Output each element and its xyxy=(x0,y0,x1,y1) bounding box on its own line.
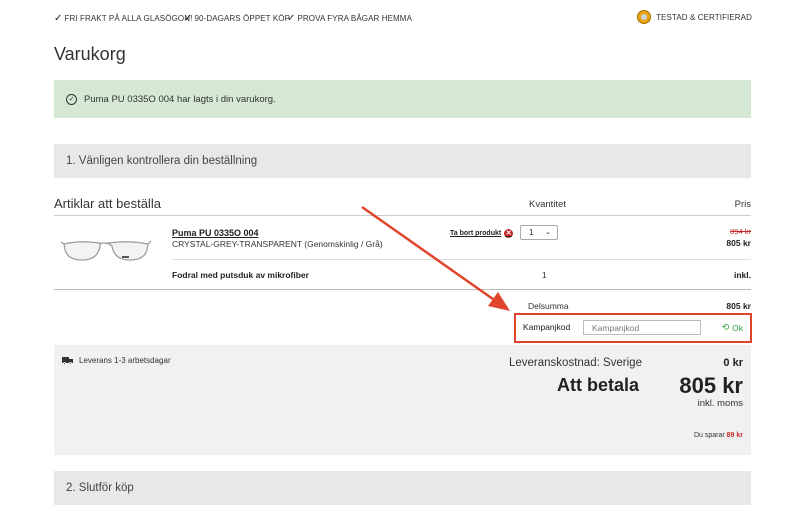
page-title: Varukorg xyxy=(54,44,126,64)
check-circle-icon: ✓ xyxy=(66,93,77,105)
accessory-quantity: 1 xyxy=(542,270,547,280)
step-complete-purchase[interactable]: 2. Slutför köp xyxy=(54,471,751,505)
delivery-label: Leverans 1-3 arbetsdagar xyxy=(79,356,171,365)
usp-label: FRI FRAKT PÅ ALLA GLASÖGON! xyxy=(64,14,193,23)
promo-code-highlight: Kampanjkod ⟲ Ok xyxy=(514,313,752,343)
quantity-select[interactable]: 1 ⌄ xyxy=(520,225,558,240)
checkmark-icon: ✓ xyxy=(54,13,63,24)
product-image-glasses[interactable] xyxy=(60,232,152,266)
delivery-info: Leverans 1-3 arbetsdagar xyxy=(62,356,171,365)
remove-product-label[interactable]: Ta bort produkt xyxy=(450,230,501,237)
quantity-heading: Kvantitet xyxy=(529,199,566,210)
usp-bar: ✓ FRI FRAKT PÅ ALLA GLASÖGON! ✓ 90-DAGAR… xyxy=(54,10,752,26)
usp-item-try-frames: ✓ PROVA FYRA BÅGAR HEMMA xyxy=(287,13,412,24)
refresh-icon: ⟲ xyxy=(721,322,730,332)
usp-label: 90-DAGARS ÖPPET KÖP xyxy=(194,14,291,23)
shipping-cost-value: 0 kr xyxy=(723,357,743,369)
shipping-cost-label: Leveranskostnad: Sverige xyxy=(509,357,642,369)
quantity-value: 1 xyxy=(529,228,534,237)
usp-item-free-shipping: ✓ FRI FRAKT PÅ ALLA GLASÖGON! xyxy=(54,13,192,24)
subtotal-value: 805 kr xyxy=(726,301,751,311)
subtotal-label: Delsumma xyxy=(528,301,569,311)
product-variant: CRYSTAL-GREY-TRANSPARENT (Genomskinlig /… xyxy=(172,239,383,249)
remove-product-link[interactable]: Ta bort produkt ✕ xyxy=(450,229,514,238)
chevron-down-icon: ⌄ xyxy=(545,229,551,236)
truck-icon xyxy=(62,356,74,365)
alert-message: Puma PU 0335O 004 har lagts i din varuko… xyxy=(84,93,276,105)
product-name-link[interactable]: Puma PU 0335O 004 xyxy=(172,228,259,238)
price-heading: Pris xyxy=(734,199,751,210)
savings-prefix: Du sparar xyxy=(693,432,725,439)
row-divider xyxy=(172,259,751,260)
checkmark-icon: ✓ xyxy=(184,13,193,24)
checkmark-icon: ✓ xyxy=(287,13,296,24)
remove-circle-icon[interactable]: ✕ xyxy=(504,229,514,238)
original-price: 894 kr xyxy=(730,227,751,236)
savings-note: Du sparar 89 kr xyxy=(694,432,743,439)
certified-badge[interactable]: TESTAD & CERTIFIERAD xyxy=(637,10,752,24)
cart-header: Artiklar att beställa Kvantitet Pris xyxy=(54,196,751,216)
accessory-name: Fodral med putsduk av mikrofiber xyxy=(172,270,309,280)
current-price: 805 kr xyxy=(726,238,751,248)
cart-divider xyxy=(54,289,751,290)
total-value: 805 kr xyxy=(679,373,743,398)
order-summary: Leverans 1-3 arbetsdagar Leveranskostnad… xyxy=(54,345,751,455)
certified-label: TESTAD & CERTIFIERAD xyxy=(656,12,752,22)
vat-note: inkl. moms xyxy=(697,398,743,409)
added-to-cart-alert: ✓ Puma PU 0335O 004 har lagts i din varu… xyxy=(54,80,751,118)
certificate-seal-icon xyxy=(637,10,652,24)
usp-item-open-purchase: ✓ 90-DAGARS ÖPPET KÖP xyxy=(184,13,290,24)
items-heading: Artiklar att beställa xyxy=(54,196,161,211)
promo-code-label: Kampanjkod xyxy=(523,322,571,332)
usp-label: PROVA FYRA BÅGAR HEMMA xyxy=(297,14,413,23)
step-label: 2. Slutför köp xyxy=(66,482,134,494)
accessory-price: inkl. xyxy=(733,270,751,280)
total-label: Att betala xyxy=(557,375,640,395)
step-label: 1. Vänligen kontrollera din beställning xyxy=(66,155,258,167)
promo-ok-button[interactable]: ⟲ Ok xyxy=(722,322,743,333)
promo-code-input[interactable] xyxy=(583,320,701,335)
step-review-order[interactable]: 1. Vänligen kontrollera din beställning xyxy=(54,144,751,178)
savings-amount: 89 kr xyxy=(726,432,743,439)
promo-ok-label: Ok xyxy=(732,322,743,333)
